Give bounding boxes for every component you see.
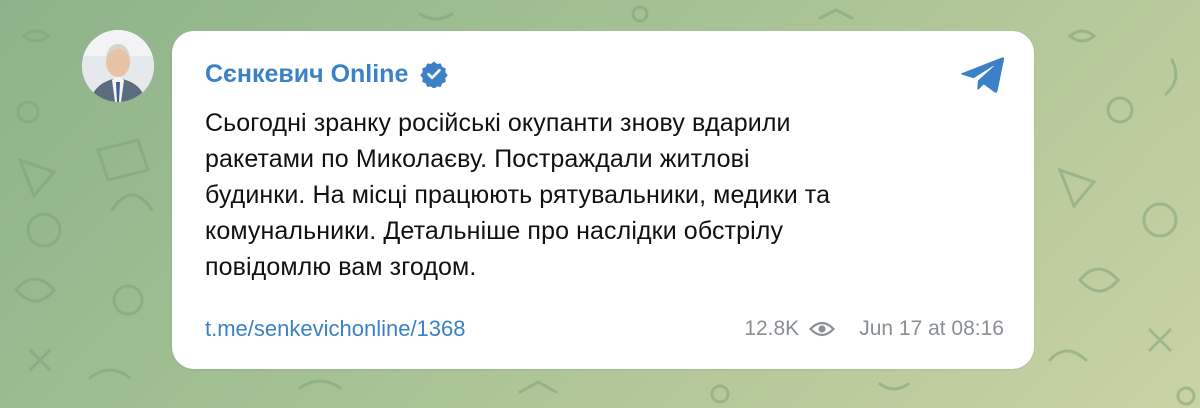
channel-header: Сєнкевич Online (205, 57, 449, 91)
person-avatar-icon (82, 30, 154, 102)
views-count: 12.8K (744, 317, 800, 340)
channel-name[interactable]: Сєнкевич Online (205, 57, 408, 91)
verified-badge-icon (420, 61, 449, 88)
message-timestamp: Jun 17 at 08:16 (859, 317, 1004, 340)
message-card: Сєнкевич Online Сьогодні зранку російськ… (172, 31, 1034, 369)
message-text: Сьогодні зранку російські окупанти знову… (205, 109, 831, 281)
message-meta: 12.8K Jun 17 at 08:16 (744, 317, 1004, 341)
message-footer: t.me/senkevichonline/1368 12.8K Jun 17 a… (205, 313, 1004, 345)
channel-avatar[interactable] (82, 30, 154, 102)
telegram-icon[interactable] (958, 55, 1006, 95)
eye-icon (809, 321, 836, 337)
message-link[interactable]: t.me/senkevichonline/1368 (205, 316, 466, 342)
